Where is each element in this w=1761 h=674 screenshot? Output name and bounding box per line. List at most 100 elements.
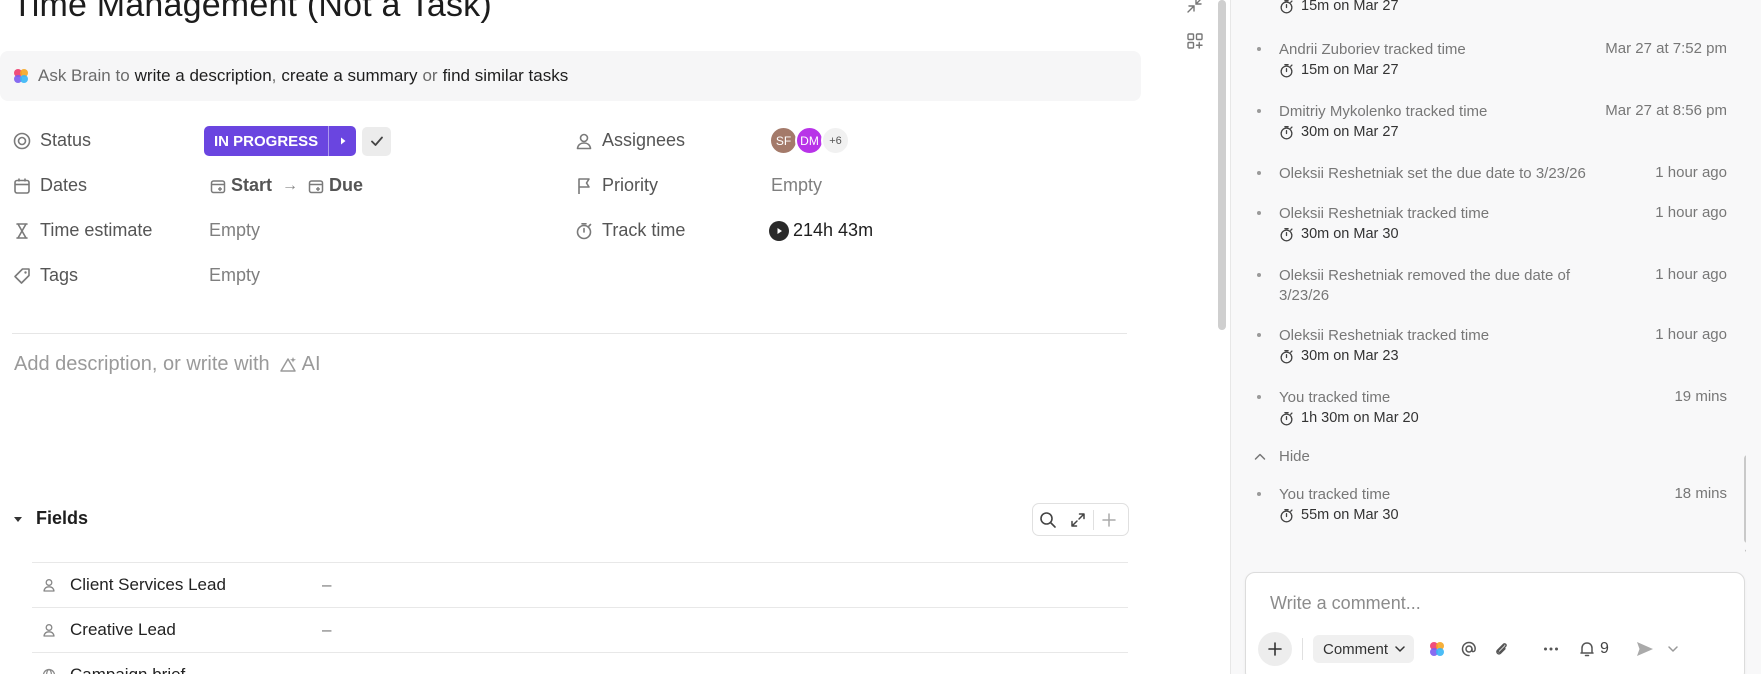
paperclip-icon[interactable] [1492,640,1510,658]
scroll-down-arrow-icon[interactable]: ▼ [1743,547,1746,555]
field-row[interactable]: Client Services Lead – [32,562,1128,607]
bullet [1257,395,1261,399]
task-main: Time Management (Not a Task) Ask Brain t… [0,0,1160,674]
stopwatch-icon [1279,0,1294,14]
avatar[interactable]: DM [795,126,824,155]
time-estimate-property: Time estimate [12,220,152,241]
track-time-value: 214h 43m [769,220,873,241]
ask-brain-conjunction: or [422,66,438,85]
ai-sparkle-icon[interactable] [278,355,298,375]
chevron-down-icon [1394,643,1406,655]
fields-section-toggle[interactable]: Fields [12,508,88,529]
comment-type-label: Comment [1323,640,1389,658]
brain-icon[interactable] [1428,640,1446,658]
stopwatch-icon [1279,411,1294,426]
priority-value[interactable]: Empty [771,175,822,196]
send-options-chevron-icon[interactable] [1667,643,1679,655]
caret-down-icon[interactable] [12,513,24,525]
activity-detail-text: 15m on Mar 27 [1301,0,1399,14]
comment-type-dropdown[interactable]: Comment [1313,635,1415,663]
avatar[interactable]: SF [769,126,798,155]
collapse-icon[interactable] [1186,0,1204,19]
bullet [1257,273,1261,277]
add-field-icon[interactable] [1094,504,1124,535]
dates-property: Dates [12,175,87,196]
activity-time: 1 hour ago [1655,266,1727,283]
assignees-value[interactable]: SF DM +6 [769,126,850,155]
dates-value: Start → Due [210,175,363,196]
add-widget-icon[interactable] [1186,32,1204,55]
send-icon[interactable] [1635,639,1655,659]
task-title[interactable]: Time Management (Not a Task) [12,0,492,25]
expand-icon[interactable] [1063,504,1093,535]
activity-detail: 55m on Mar 30 [1279,507,1399,523]
activity-time: 1 hour ago [1655,204,1727,221]
field-row[interactable]: Creative Lead – [32,607,1128,652]
activity-scrollbar[interactable] [1744,455,1746,543]
activity-text: Oleksii Reshetniak set the due date to 3… [1279,165,1586,182]
complete-button[interactable] [362,126,392,156]
flag-icon [574,176,594,196]
activity-time: Mar 27 at 7:52 pm [1605,40,1727,57]
globe-icon [42,668,58,674]
hide-label: Hide [1279,448,1310,465]
hourglass-icon [12,221,32,241]
field-row[interactable]: Campaign brief [32,652,1128,674]
more-assignees-badge[interactable]: +6 [821,126,850,155]
status-property: Status [12,130,91,151]
due-date-button[interactable]: Due [308,175,363,196]
plus-icon [1268,642,1282,656]
tracked-time-total: 214h 43m [793,220,874,240]
field-label: Creative Lead [70,620,176,639]
brain-icon [14,69,28,83]
activity-time: 1 hour ago [1655,326,1727,343]
activity-text: Andrii Zuboriev tracked time [1279,41,1466,58]
find-similar-link[interactable]: find similar tasks [443,66,569,86]
calendar-plus-icon [210,178,226,194]
time-estimate-label: Time estimate [40,220,153,240]
comment-input[interactable]: Write a comment... [1270,593,1421,614]
activity-detail-text: 30m on Mar 23 [1301,348,1399,364]
status-pill[interactable]: IN PROGRESS [204,126,357,156]
more-icon[interactable] [1542,640,1560,658]
stopwatch-icon [1279,125,1294,140]
field-value[interactable]: – [322,575,331,595]
bullet [1257,492,1261,496]
activity-detail-text: 15m on Mar 27 [1301,62,1399,78]
description-input[interactable]: Add description, or write with AI [14,353,321,376]
tags-label: Tags [40,265,79,285]
activity-text: Oleksii Reshetniak removed the due date … [1279,267,1570,304]
write-description-link[interactable]: write a description [135,66,272,86]
start-date-button[interactable]: Start [210,175,272,196]
track-time-button[interactable]: 214h 43m [769,220,873,241]
bullet [1257,211,1261,215]
activity-panel: 15m on Mar 27 Andrii Zuboriev tracked ti… [1230,0,1761,674]
play-icon[interactable] [769,220,789,241]
section-divider [12,333,1127,334]
status-label: Status [40,130,92,150]
time-estimate-value[interactable]: Empty [209,220,260,241]
field-value[interactable]: – [322,620,331,640]
notification-count: 9 [1600,640,1609,657]
assignees-label: Assignees [602,130,686,150]
notification-button[interactable]: 9 [1578,640,1609,658]
main-scrollbar[interactable] [1218,0,1226,330]
activity-detail-text: 1h 30m on Mar 20 [1301,410,1419,426]
ai-label[interactable]: AI [302,353,321,376]
activity-time: 1 hour ago [1655,164,1727,181]
hide-toggle[interactable]: Hide [1253,448,1310,465]
tags-value[interactable]: Empty [209,265,260,286]
search-icon[interactable] [1033,504,1063,535]
activity-time: 19 mins [1674,388,1727,405]
activity-detail: 15m on Mar 27 [1279,62,1399,78]
next-status-icon[interactable] [328,126,356,156]
mention-icon[interactable] [1460,640,1478,658]
field-label: Campaign brief [70,665,185,674]
stopwatch-icon [1279,349,1294,364]
chevron-up-icon[interactable] [1253,450,1267,464]
assignees-property: Assignees [574,130,685,151]
user-icon [42,578,58,592]
attach-plus-button[interactable] [1258,632,1292,666]
fields-toolbar [1032,503,1129,536]
create-summary-link[interactable]: create a summary [281,66,417,86]
